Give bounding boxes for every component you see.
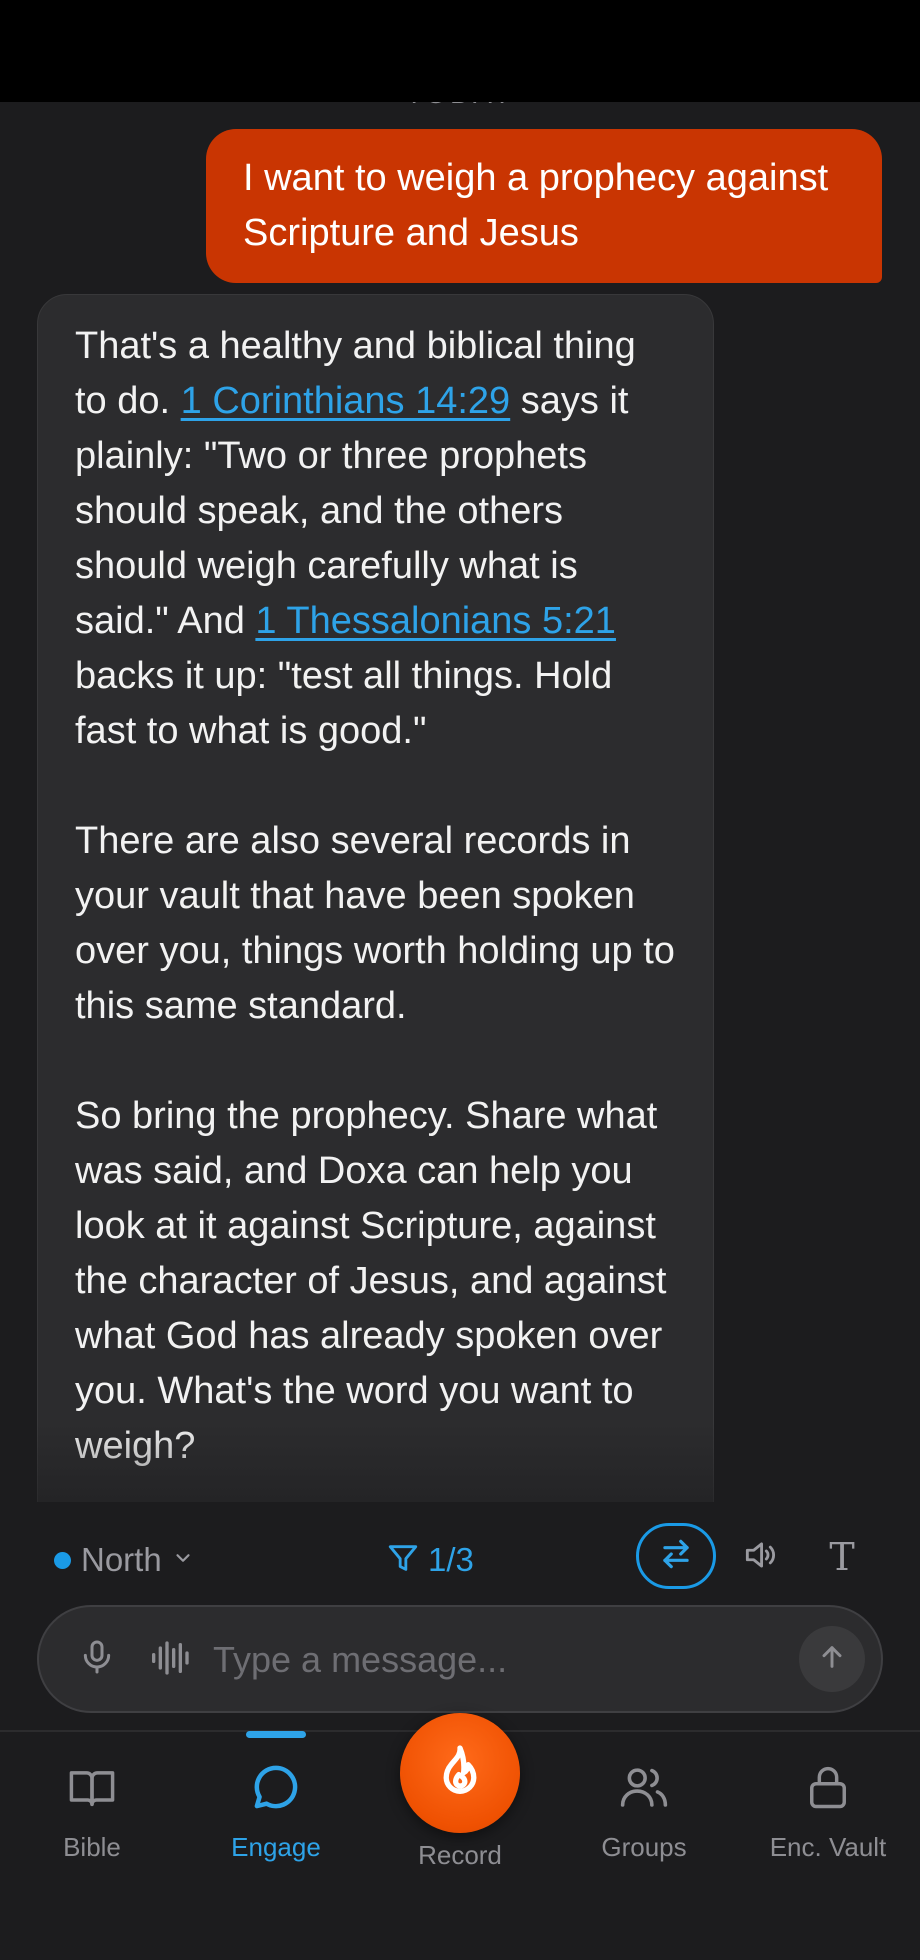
book-icon xyxy=(65,1760,119,1814)
text-size-icon: T xyxy=(829,1535,855,1579)
user-message-bubble: I want to weigh a prophecy against Scrip… xyxy=(206,129,882,283)
voice-mode-button[interactable] xyxy=(147,1635,197,1685)
chevron-down-icon xyxy=(172,1547,194,1574)
assistant-paragraph-1: That's a healthy and biblical thing to d… xyxy=(75,319,677,759)
assistant-paragraph-2: There are also several records in your v… xyxy=(75,820,675,1027)
microphone-button[interactable] xyxy=(71,1633,123,1685)
filter-count: 1/3 xyxy=(428,1541,474,1578)
arrow-up-icon xyxy=(816,1641,848,1678)
swap-direction-button[interactable] xyxy=(636,1523,716,1589)
tab-bible[interactable]: Bible xyxy=(0,1732,184,1882)
assistant-message-bubble: That's a healthy and biblical thing to d… xyxy=(37,294,714,1502)
microphone-icon xyxy=(77,1637,117,1682)
tab-enc-vault[interactable]: Enc. Vault xyxy=(736,1732,920,1882)
tab-engage[interactable]: Engage xyxy=(184,1732,368,1882)
text-size-button[interactable]: T xyxy=(819,1530,865,1584)
flame-icon xyxy=(431,1742,489,1805)
tab-label: Engage xyxy=(231,1832,321,1862)
assistant-paragraph-3: So bring the prophecy. Share what was sa… xyxy=(75,1095,667,1467)
date-separator: TODAY xyxy=(0,102,920,110)
message-input[interactable] xyxy=(211,1631,815,1689)
lock-icon xyxy=(801,1760,855,1814)
active-tab-indicator xyxy=(246,1731,306,1738)
filter-button[interactable]: 1/3 xyxy=(386,1532,474,1588)
read-aloud-button[interactable] xyxy=(737,1532,783,1582)
chat-thread[interactable]: TODAY I want to weigh a prophecy against… xyxy=(0,102,920,1502)
direction-selector[interactable]: North xyxy=(54,1535,194,1585)
assistant-text: backs it up: "test all things. Hold fast… xyxy=(75,655,613,752)
record-label: Record xyxy=(418,1840,502,1870)
swap-arrows-icon xyxy=(657,1535,695,1578)
tab-label: Groups xyxy=(601,1832,687,1862)
filter-icon xyxy=(386,1541,420,1580)
message-composer xyxy=(37,1605,883,1713)
audio-waveform-icon xyxy=(150,1638,194,1683)
tab-label: Enc. Vault xyxy=(769,1832,887,1862)
send-button[interactable] xyxy=(799,1626,865,1692)
speaker-icon xyxy=(741,1536,779,1579)
chat-bubble-icon xyxy=(249,1760,303,1814)
tab-label: Bible xyxy=(63,1832,121,1862)
direction-label: North xyxy=(81,1541,162,1578)
record-button[interactable] xyxy=(400,1713,520,1833)
status-dot xyxy=(54,1551,71,1569)
users-icon xyxy=(617,1760,671,1814)
chat-controls-row: North 1/3 T xyxy=(0,1502,920,1616)
scripture-link-1-thessalonians[interactable]: 1 Thessalonians 5:21 xyxy=(255,600,616,642)
scripture-link-1-corinthians[interactable]: 1 Corinthians 14:29 xyxy=(181,380,511,422)
status-bar xyxy=(0,0,920,102)
tab-groups[interactable]: Groups xyxy=(552,1732,736,1882)
